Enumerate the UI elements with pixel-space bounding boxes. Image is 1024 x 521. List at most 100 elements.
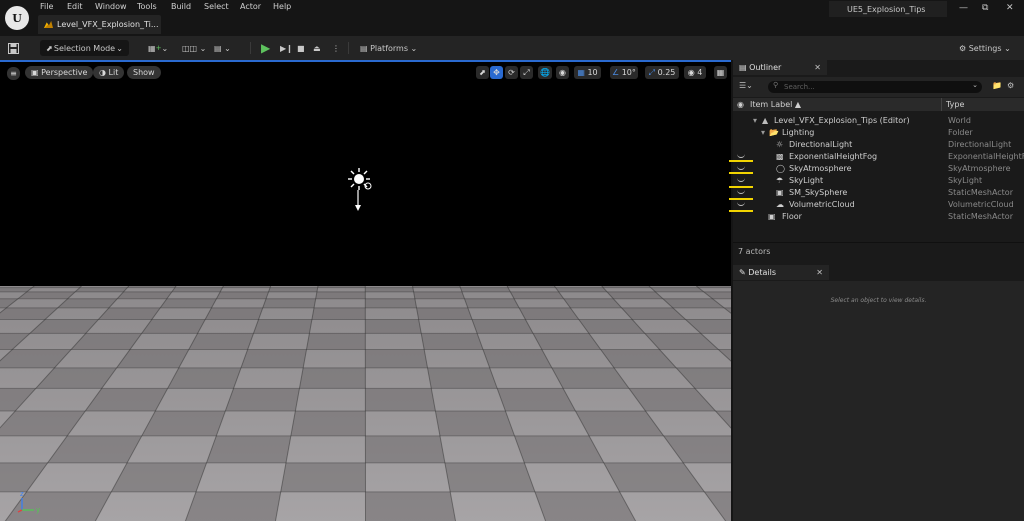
tree-type: ExponentialHeightFog [948,152,1024,161]
restore-icon[interactable]: ⧉ [982,3,988,13]
tree-row-skyatmosphere[interactable]: ◯ SkyAtmosphere SkyAtmosphere [733,163,1024,175]
level-tab[interactable]: Level_VFX_Explosion_Ti... [38,15,161,34]
highlight-line [729,186,753,188]
visibility-eye-icon[interactable] [737,178,745,182]
chevron-down-icon: ⌄ [116,43,123,53]
level-viewport[interactable]: ≡ ▣ Perspective ◑ Lit Show ⬈ ✥ ⟳ ⤢ 🌐 ◉ ▦… [0,60,731,521]
close-details-icon[interactable]: ✕ [816,268,823,277]
menu-window[interactable]: Window [95,2,127,11]
tree-label: Level_VFX_Explosion_Tips (Editor) [774,116,910,125]
close-icon[interactable]: ✕ [1006,3,1014,13]
menu-actor[interactable]: Actor [240,2,261,11]
menu-select[interactable]: Select [204,2,229,11]
show-label: Show [133,68,155,77]
lit-icon: ◑ [99,68,106,77]
menu-tools[interactable]: Tools [137,2,157,11]
tree-row-volumetriccloud[interactable]: ☁ VolumetricCloud VolumetricCloud [733,199,1024,211]
svg-text:y: y [36,506,40,514]
camera-speed-button[interactable]: ◉ 4 [684,66,706,79]
more-options-icon[interactable]: ⋮ [332,40,340,56]
tree-row-floor[interactable]: ▣ Floor StaticMeshActor [733,211,1024,223]
rotation-snap-button[interactable]: ∠ 10° [610,66,638,79]
outliner-column-header: ◉ Item Label ▲ Type [733,98,1024,111]
close-outliner-icon[interactable]: ✕ [814,63,821,72]
tree-label: ExponentialHeightFog [789,152,878,161]
tree-label: SkyLight [789,176,824,185]
grid-snap-button[interactable]: ▦ 10 [574,66,601,79]
tree-label: DirectionalLight [789,140,853,149]
tree-type: StaticMeshActor [948,212,1013,221]
rotate-tool-icon[interactable]: ⟳ [505,66,518,79]
details-tab-label: Details [748,268,776,277]
platforms-dropdown[interactable]: ▤ Platforms ⌄ [360,40,417,56]
directional-light-icon[interactable] [346,166,376,212]
lit-button[interactable]: ◑ Lit [93,66,125,79]
directional-light-small-icon: ☼ [776,140,784,149]
menu-help[interactable]: Help [273,2,291,11]
tree-row-directionallight[interactable]: ☼ DirectionalLight DirectionalLight [733,139,1024,151]
visibility-eye-icon[interactable] [737,202,745,206]
select-tool-icon[interactable]: ⬈ [476,66,489,79]
perspective-label: Perspective [41,68,88,77]
menu-edit[interactable]: Edit [67,2,83,11]
tree-label: Lighting [782,128,815,137]
tree-row-exponentialheightfog[interactable]: ▩ ExponentialHeightFog ExponentialHeight… [733,151,1024,163]
static-mesh-icon: ▣ [776,188,784,197]
scale-snap-button[interactable]: ⤢ 0.25 [645,66,679,79]
translate-tool-icon[interactable]: ✥ [490,66,503,79]
selection-mode-label: Selection Mode [53,43,116,53]
save-icon[interactable] [8,40,22,56]
tree-row-world[interactable]: ▾ ▲ Level_VFX_Explosion_Tips (Editor) Wo… [733,115,1024,127]
selection-mode-dropdown[interactable]: ⬈ Selection Mode ⌄ [40,40,129,56]
tree-row-lighting[interactable]: ▾ 📂 Lighting Folder [733,127,1024,139]
grid-icon: ▦ [577,68,585,77]
visibility-column-icon[interactable]: ◉ [737,100,744,109]
filter-icon[interactable]: ☰⌄ [739,81,753,90]
play-button[interactable]: ▶ [261,40,270,56]
visibility-eye-icon[interactable] [737,166,745,170]
settings-dropdown[interactable]: ⚙ Settings ⌄ [959,40,1011,56]
eject-button[interactable]: ⏏ [313,40,321,56]
viewport-menu-icon[interactable]: ≡ [7,67,20,80]
visibility-eye-icon[interactable] [737,190,745,194]
highlight-line [729,172,753,174]
surface-snap-icon[interactable]: ◉ [556,66,569,79]
stop-button[interactable]: ■ [297,40,305,56]
outliner-search-input[interactable]: ⚲ Search... ⌄ [768,81,982,93]
blueprint-button[interactable]: ◫◫ ⌄ [182,40,206,56]
details-tab[interactable]: ✎ Details ✕ [733,265,829,280]
search-icon: ⚲ [773,81,779,89]
tree-row-skylight[interactable]: ☂ SkyLight SkyLight [733,175,1024,187]
visibility-eye-icon[interactable] [737,154,745,158]
main-toolbar: ⬈ Selection Mode ⌄ ▦ + ⌄ ◫◫ ⌄ ▤ ⌄ ▶ ▶❙ ■ … [0,36,1024,60]
maximize-viewport-icon[interactable]: ▦ [714,66,727,79]
world-space-icon[interactable]: 🌐 [538,66,552,79]
search-dropdown-icon[interactable]: ⌄ [972,81,978,89]
tree-type: World [948,116,971,125]
unreal-logo-icon[interactable]: U [5,6,29,30]
tree-row-sm-skysphere[interactable]: ▣ SM_SkySphere StaticMeshActor [733,187,1024,199]
gear-icon: ⚙ [959,43,967,53]
outliner-tab[interactable]: ▤ Outliner ✕ [733,60,827,75]
tree-label: Floor [782,212,802,221]
platforms-icon: ▤ [360,43,368,53]
scale-snap-icon: ⤢ [648,67,656,77]
menu-file[interactable]: File [40,2,53,11]
add-folder-icon[interactable]: 📁 [992,81,1002,90]
outliner-search-row: ☰⌄ ⚲ Search... ⌄ 📁 ⚙ [733,77,1024,97]
highlight-line [729,160,753,162]
step-button[interactable]: ▶❙ [280,40,293,56]
lit-label: Lit [108,68,119,77]
camera-speed-value: 4 [697,68,703,77]
minimize-icon[interactable]: — [959,3,968,13]
level-tab-label: Level_VFX_Explosion_Ti... [57,20,159,29]
cinematics-button[interactable]: ▤ ⌄ [214,40,231,56]
add-actor-button[interactable]: ▦ + ⌄ [148,40,168,56]
show-button[interactable]: Show [127,66,161,79]
scale-tool-icon[interactable]: ⤢ [520,66,533,79]
item-label-column[interactable]: Item Label ▲ [750,100,801,109]
type-column[interactable]: Type [946,100,964,109]
menu-build[interactable]: Build [171,2,191,11]
perspective-button[interactable]: ▣ Perspective [25,66,94,79]
outliner-settings-icon[interactable]: ⚙ [1007,81,1014,90]
